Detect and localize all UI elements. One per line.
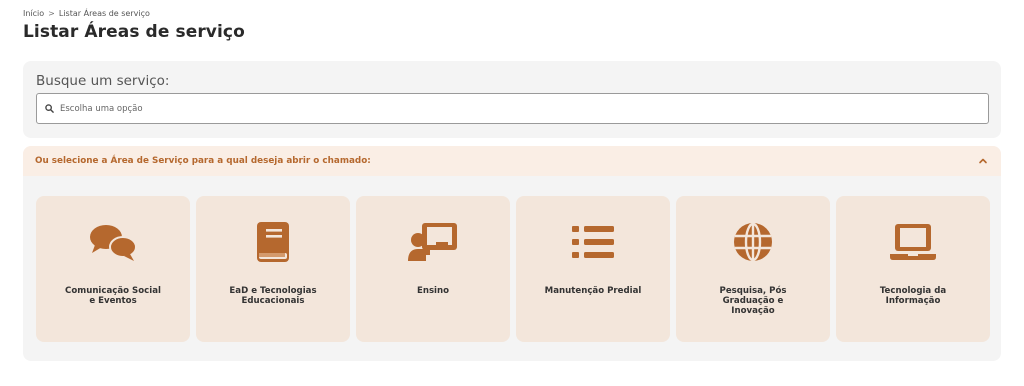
breadcrumb: Início > Listar Áreas de serviço — [23, 9, 150, 18]
service-card-label: Comunicação Social e Eventos — [65, 286, 161, 306]
search-label: Busque um serviço: — [36, 73, 170, 89]
service-card-label: Tecnologia da Informação — [879, 286, 947, 306]
search-input[interactable] — [60, 103, 960, 114]
search-icon — [45, 104, 54, 113]
service-card-pesquisa[interactable]: Pesquisa, Pós Graduação e Inovação — [676, 196, 830, 342]
laptop-icon — [888, 220, 938, 264]
service-card-ensino[interactable]: Ensino — [356, 196, 510, 342]
service-areas-toggle[interactable]: Ou selecione a Área de Serviço para a qu… — [23, 146, 1001, 176]
service-card-comunicacao-social[interactable]: Comunicação Social e Eventos — [36, 196, 190, 342]
breadcrumb-home-link[interactable]: Início — [23, 9, 44, 18]
chevron-up-icon[interactable] — [977, 155, 989, 167]
service-areas-panel: Ou selecione a Área de Serviço para a qu… — [23, 146, 1001, 361]
service-card-label: Ensino — [416, 286, 450, 296]
service-area-cards: Comunicação Social e Eventos EaD e Tecno… — [36, 196, 990, 342]
breadcrumb-separator: > — [48, 9, 55, 18]
teacher-board-icon — [408, 220, 458, 264]
search-box[interactable] — [36, 93, 989, 124]
list-icon — [568, 220, 618, 264]
page-title: Listar Áreas de serviço — [23, 22, 245, 42]
service-card-tecnologia-informacao[interactable]: Tecnologia da Informação — [836, 196, 990, 342]
globe-icon — [728, 220, 778, 264]
service-card-ead[interactable]: EaD e Tecnologias Educacionais — [196, 196, 350, 342]
breadcrumb-current: Listar Áreas de serviço — [58, 9, 150, 18]
service-card-manutencao-predial[interactable]: Manutenção Predial — [516, 196, 670, 342]
service-card-label: Manutenção Predial — [544, 286, 642, 296]
comments-icon — [88, 220, 138, 264]
service-card-label: EaD e Tecnologias Educacionais — [229, 286, 317, 306]
book-icon — [248, 220, 298, 264]
service-card-label: Pesquisa, Pós Graduação e Inovação — [719, 286, 787, 316]
service-areas-title: Ou selecione a Área de Serviço para a qu… — [35, 156, 371, 166]
search-panel: Busque um serviço: — [23, 61, 1001, 138]
